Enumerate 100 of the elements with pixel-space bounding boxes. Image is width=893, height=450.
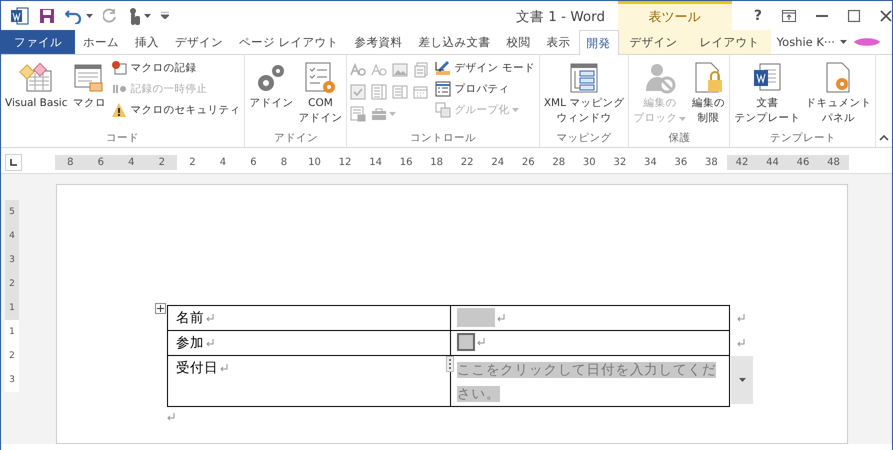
ruler-number: 36 bbox=[674, 156, 688, 170]
combo-list-icon bbox=[371, 84, 388, 100]
paragraph-mark-icon bbox=[220, 364, 228, 372]
ruler-number: 34 bbox=[642, 156, 658, 170]
ruler-number: 4 bbox=[5, 224, 19, 248]
group-label: マッピング bbox=[556, 131, 613, 146]
checkbox[interactable] bbox=[457, 333, 475, 351]
ruler-number: 16 bbox=[398, 156, 414, 170]
group-label: コントロール bbox=[409, 131, 478, 146]
ruler-number: 28 bbox=[551, 156, 566, 170]
ruler-number: 8 bbox=[280, 156, 288, 170]
help-button[interactable]: ? bbox=[754, 8, 762, 24]
ribbon-button[interactable]: デザイン モード bbox=[433, 59, 537, 77]
properties-icon bbox=[435, 81, 452, 97]
minimize-icon bbox=[816, 14, 828, 16]
group-icon bbox=[435, 102, 452, 118]
caret-icon bbox=[512, 108, 520, 112]
caret-icon bbox=[144, 14, 151, 18]
ruler-number: 2 bbox=[5, 344, 19, 368]
ribbon-button[interactable]: Visual Basic bbox=[3, 59, 70, 131]
maximize-icon bbox=[848, 10, 860, 22]
ruler-number: 4 bbox=[218, 156, 228, 170]
ruler-pencil-icon bbox=[435, 60, 452, 76]
ribbon-button[interactable]: マクロの記録 bbox=[109, 59, 242, 77]
ruler-number: 3 bbox=[5, 248, 19, 272]
paragraph-mark-icon bbox=[737, 314, 745, 322]
ribbon-button[interactable]: アドイン bbox=[247, 59, 296, 131]
paragraph-mark-icon bbox=[206, 339, 214, 347]
table-tools-header: 表ツール bbox=[618, 1, 732, 30]
row-label: 受付日 bbox=[176, 359, 218, 377]
ribbon-button[interactable]: マクロ bbox=[70, 59, 108, 131]
ribbon-button[interactable]: マクロのセキュリティ bbox=[109, 101, 242, 119]
ruler-number: 6 bbox=[249, 156, 258, 170]
toolbox-icon bbox=[371, 106, 388, 122]
ruler-number: 24 bbox=[490, 156, 506, 170]
group-label: テンプレート bbox=[768, 131, 837, 146]
ribbon-tab[interactable]: ファイル bbox=[1, 30, 75, 54]
ruler-number: 6 bbox=[86, 154, 116, 170]
ribbon-tab[interactable]: デザイン bbox=[167, 30, 231, 54]
touch-icon bbox=[127, 6, 141, 24]
collapse-icon bbox=[879, 135, 889, 141]
undo-icon bbox=[65, 8, 83, 24]
record-icon bbox=[111, 60, 128, 76]
dropdown-list-icon bbox=[392, 84, 408, 100]
plain-text-icon bbox=[371, 62, 388, 78]
ruler-number: 38 bbox=[704, 156, 719, 170]
ribbon-tab[interactable]: 差し込み文書 bbox=[410, 30, 499, 54]
ruler-number: 18 bbox=[429, 156, 444, 170]
user-name[interactable]: Yoshie K··· bbox=[776, 35, 835, 49]
stacked-pages-icon bbox=[413, 62, 430, 78]
ruler-number: 12 bbox=[338, 156, 352, 170]
caret-icon bbox=[840, 40, 847, 44]
tab-selector[interactable] bbox=[5, 154, 22, 170]
text-field[interactable] bbox=[457, 308, 495, 327]
ruler-number: 5 bbox=[5, 200, 19, 224]
ruler-number: 1 bbox=[5, 296, 19, 320]
ruler-number: 2 bbox=[5, 272, 19, 296]
ribbon-tab[interactable]: 表示 bbox=[538, 30, 579, 54]
ribbon-tab[interactable]: 参考資料 bbox=[346, 30, 411, 54]
ribbon-button[interactable]: 編集の 制限 bbox=[689, 59, 728, 131]
ruler-number: 1 bbox=[5, 320, 19, 344]
ruler-number: 8 bbox=[55, 154, 86, 170]
paragraph-mark-icon bbox=[497, 314, 505, 322]
ruler-number: 30 bbox=[582, 156, 597, 170]
grip-icon bbox=[446, 356, 454, 372]
caret-icon bbox=[738, 378, 746, 382]
ribbon-tab[interactable]: デザイン bbox=[618, 30, 689, 54]
ribbon-tab[interactable]: 挿入 bbox=[127, 30, 167, 54]
avatar-icon bbox=[852, 38, 882, 46]
text-style-icon bbox=[350, 62, 366, 78]
ribbon-button[interactable]: XML マッピング ウィンドウ bbox=[542, 59, 626, 131]
close-icon bbox=[880, 10, 892, 22]
ribbon-tab[interactable]: ホーム bbox=[75, 30, 127, 54]
image-icon bbox=[392, 62, 408, 78]
ruler-number: 48 bbox=[818, 154, 849, 170]
ruler-number: 26 bbox=[520, 156, 536, 170]
paragraph-mark-icon bbox=[206, 314, 214, 322]
checklist-gear-icon bbox=[303, 61, 338, 95]
warning-icon bbox=[111, 102, 128, 118]
redo-icon bbox=[103, 8, 117, 24]
ruler-number: 32 bbox=[612, 156, 628, 170]
ribbon-tab[interactable]: 開発 bbox=[578, 30, 619, 55]
form-icon bbox=[350, 106, 366, 122]
group-label: 保護 bbox=[667, 131, 692, 146]
calendar-icon bbox=[413, 84, 430, 100]
ruler-number: 2 bbox=[146, 154, 178, 170]
caret-icon bbox=[389, 112, 396, 116]
ruler-number: 42 bbox=[726, 154, 758, 170]
paragraph-mark-icon bbox=[167, 413, 175, 421]
ribbon-tab[interactable]: ページ レイアウト bbox=[231, 30, 347, 54]
row-label: 参加 bbox=[176, 334, 204, 352]
ribbon-tab[interactable]: レイアウト bbox=[688, 30, 771, 54]
ribbon-button[interactable]: COM アドイン bbox=[296, 59, 344, 131]
ribbon-button[interactable]: 文書 テンプレート bbox=[732, 59, 802, 131]
ribbon-button[interactable]: ドキュメント パネル bbox=[803, 59, 874, 131]
caret-icon bbox=[679, 116, 686, 121]
ribbon-button[interactable]: プロパティ bbox=[433, 80, 537, 98]
ribbon-tab[interactable]: 校閲 bbox=[498, 30, 539, 54]
row-label: 名前 bbox=[176, 309, 204, 327]
paragraph-mark-icon bbox=[737, 339, 745, 347]
